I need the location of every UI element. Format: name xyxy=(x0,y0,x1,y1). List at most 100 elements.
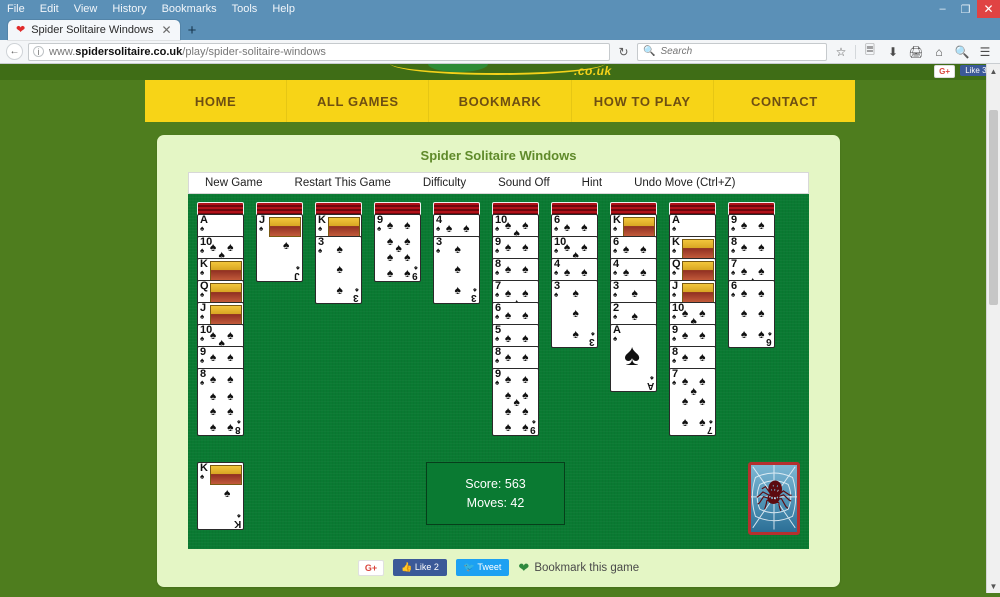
card-suit-icon: ♠ xyxy=(554,246,559,255)
heart-icon: ❤ xyxy=(16,23,26,36)
menu-edit[interactable]: Edit xyxy=(37,0,62,18)
card-J-spades[interactable]: J ♠ ♠ J ♠ xyxy=(256,214,303,282)
card-suit-icon: ♠ xyxy=(404,233,411,248)
bookmark-game-link[interactable]: ❤ Bookmark this game xyxy=(518,560,639,576)
undo-move-button[interactable]: Undo Move (Ctrl+Z) xyxy=(618,177,751,189)
card-suit-icon: ♠ xyxy=(200,334,205,343)
reader-icon[interactable]: 🗏 xyxy=(861,43,879,61)
page-title: Spider Solitaire Windows xyxy=(420,148,577,163)
card-3-spades[interactable]: 3 ♠ ♠ ♠ ♠ 3 ♠ xyxy=(551,280,598,348)
card-K-spades[interactable]: K ♠ ♠ K ♠ xyxy=(197,462,244,530)
card-suit-icon: ♠ xyxy=(200,472,205,481)
twitter-tweet-button[interactable]: 🐦 Tweet xyxy=(455,559,510,576)
card-suit-icon: ♠ xyxy=(224,486,231,500)
card-A-spades[interactable]: A ♠ ♠ A ♠ xyxy=(610,324,657,392)
card-9-spades[interactable]: 9 ♠ ♠ ♠ ♠ ♠ ♠ ♠ ♠ ♠ ♠ 9 ♠ xyxy=(374,214,421,282)
restart-game-button[interactable]: Restart This Game xyxy=(279,177,407,189)
card-suit-icon: ♠ xyxy=(758,240,765,255)
vertical-scrollbar[interactable]: ▲ ▼ xyxy=(986,64,1000,593)
heart-icon: ❤ xyxy=(518,559,530,575)
nav-item-all-games[interactable]: ALL GAMES xyxy=(287,80,430,122)
search-bar[interactable]: 🔍 xyxy=(637,42,827,61)
card-suit-icon: ♠ xyxy=(622,264,630,279)
difficulty-button[interactable]: Difficulty xyxy=(407,177,482,189)
close-button[interactable]: ✕ xyxy=(977,0,1000,18)
court-card-art xyxy=(210,305,242,325)
hint-button[interactable]: Hint xyxy=(566,177,618,189)
card-suit-icon: ♠ xyxy=(672,378,677,387)
search-input[interactable] xyxy=(660,46,821,57)
card-3-spades[interactable]: 3 ♠ ♠ ♠ ♠ 3 ♠ xyxy=(315,236,362,304)
card-suit-icon: ♠ xyxy=(463,220,470,235)
menu-icon[interactable]: ☰ xyxy=(976,43,994,61)
menu-file[interactable]: File xyxy=(4,0,28,18)
card-suit-icon: ♠ xyxy=(563,240,571,255)
card-suit-icon: ♠ xyxy=(495,334,500,343)
nav-item-contact[interactable]: CONTACT xyxy=(714,80,855,122)
card-suit-icon: ♠ xyxy=(622,241,630,256)
reload-icon[interactable]: ↻ xyxy=(615,43,632,60)
nav-item-how-to-play[interactable]: HOW TO PLAY xyxy=(572,80,714,122)
card-9-spades[interactable]: 9 ♠ ♠ ♠ ♠ ♠ ♠ ♠ ♠ ♠ ♠ 9 ♠ xyxy=(492,368,539,436)
game-board[interactable]: A♠10♠♠♠♠♠♠K♠♠Q♠♠J♠♠10♠♠♠♠♠♠9♠♠♠♠♠8♠♠♠♠♠♠… xyxy=(188,194,809,549)
tab-spider-solitaire-windows[interactable]: ❤ Spider Solitaire Windows ✕ xyxy=(8,20,180,40)
card-suit-icon: ♠ xyxy=(681,350,689,365)
card-suit-icon: ♠ xyxy=(613,224,618,233)
card-suit-icon: ♠ xyxy=(227,404,234,419)
menu-history[interactable]: History xyxy=(109,0,149,18)
search-icon: 🔍 xyxy=(643,46,656,57)
card-suit-icon: ♠ xyxy=(237,512,241,519)
url-bar[interactable]: i www.spidersolitaire.co.uk/play/spider-… xyxy=(28,42,610,61)
card-suit-icon: ♠ xyxy=(495,224,500,233)
facebook-like-button[interactable]: 👍 Like 2 xyxy=(393,559,447,576)
bookmark-star-icon[interactable]: ☆ xyxy=(832,43,850,61)
minimize-button[interactable]: – xyxy=(931,0,954,18)
downloads-icon[interactable]: ⬇ xyxy=(884,43,902,61)
card-8-spades[interactable]: 8 ♠ ♠ ♠ ♠ ♠ ♠ ♠ ♠ ♠ 8 ♠ xyxy=(197,368,244,436)
card-suit-icon: ♠ xyxy=(504,285,512,300)
card-suit-icon: ♠ xyxy=(522,307,529,322)
back-icon[interactable]: ← xyxy=(6,43,23,60)
nav-item-bookmark[interactable]: BOOKMARK xyxy=(429,80,572,122)
card-suit-icon: ♠ xyxy=(318,224,323,233)
window-titlebar: File Edit View History Bookmarks Tools H… xyxy=(0,0,1000,18)
card-suit-icon: ♠ xyxy=(504,218,512,233)
new-game-button[interactable]: New Game xyxy=(189,177,279,189)
scroll-down-icon[interactable]: ▼ xyxy=(987,579,1000,593)
card-suit-icon: ♠ xyxy=(650,374,654,381)
home-icon[interactable]: ⌂ xyxy=(930,43,948,61)
gplus-header-button[interactable]: G+ xyxy=(934,65,955,78)
card-suit-icon: ♠ xyxy=(699,306,706,321)
maximize-button[interactable]: ❐ xyxy=(954,0,977,18)
card-suit-icon: ♠ xyxy=(690,383,697,398)
card-suit-icon: ♠ xyxy=(200,224,205,233)
stock-pile[interactable]: 🕷 xyxy=(748,462,800,535)
card-suit-icon: ♠ xyxy=(495,312,500,321)
menu-bar: File Edit View History Bookmarks Tools H… xyxy=(0,0,298,18)
menu-view[interactable]: View xyxy=(71,0,101,18)
scroll-up-icon[interactable]: ▲ xyxy=(987,64,1000,78)
card-suit-icon: ♠ xyxy=(404,265,411,280)
card-suit-icon: ♠ xyxy=(631,308,638,323)
logo-swoosh xyxy=(390,64,605,75)
new-tab-button[interactable]: + xyxy=(180,23,205,40)
gplus-share-button[interactable]: G+ xyxy=(357,559,385,576)
card-suit-icon: ♠ xyxy=(209,389,217,404)
scrollbar-thumb[interactable] xyxy=(989,110,998,305)
info-icon[interactable]: i xyxy=(33,46,44,57)
card-suit-icon: ♠ xyxy=(495,290,500,299)
menu-help[interactable]: Help xyxy=(269,0,298,18)
menu-bookmarks[interactable]: Bookmarks xyxy=(159,0,220,18)
card-suit-icon: ♠ xyxy=(436,224,441,233)
card-7-spades[interactable]: 7 ♠ ♠ ♠ ♠ ♠ ♠ ♠ ♠ 7 ♠ xyxy=(669,368,716,436)
close-icon[interactable]: ✕ xyxy=(160,23,174,37)
card-6-spades[interactable]: 6 ♠ ♠ ♠ ♠ ♠ ♠ ♠ 6 ♠ xyxy=(728,280,775,348)
sound-toggle-button[interactable]: Sound Off xyxy=(482,177,566,189)
menu-tools[interactable]: Tools xyxy=(229,0,261,18)
find-icon[interactable]: 🔍 xyxy=(953,43,971,61)
foundation-pile[interactable]: K ♠ ♠ K ♠ xyxy=(197,462,244,530)
print-icon[interactable]: 🖨 xyxy=(907,43,925,61)
score-panel: Score: 563 Moves: 42 xyxy=(426,462,565,525)
nav-item-home[interactable]: HOME xyxy=(145,80,288,122)
card-3-spades[interactable]: 3 ♠ ♠ ♠ ♠ 3 ♠ xyxy=(433,236,480,304)
